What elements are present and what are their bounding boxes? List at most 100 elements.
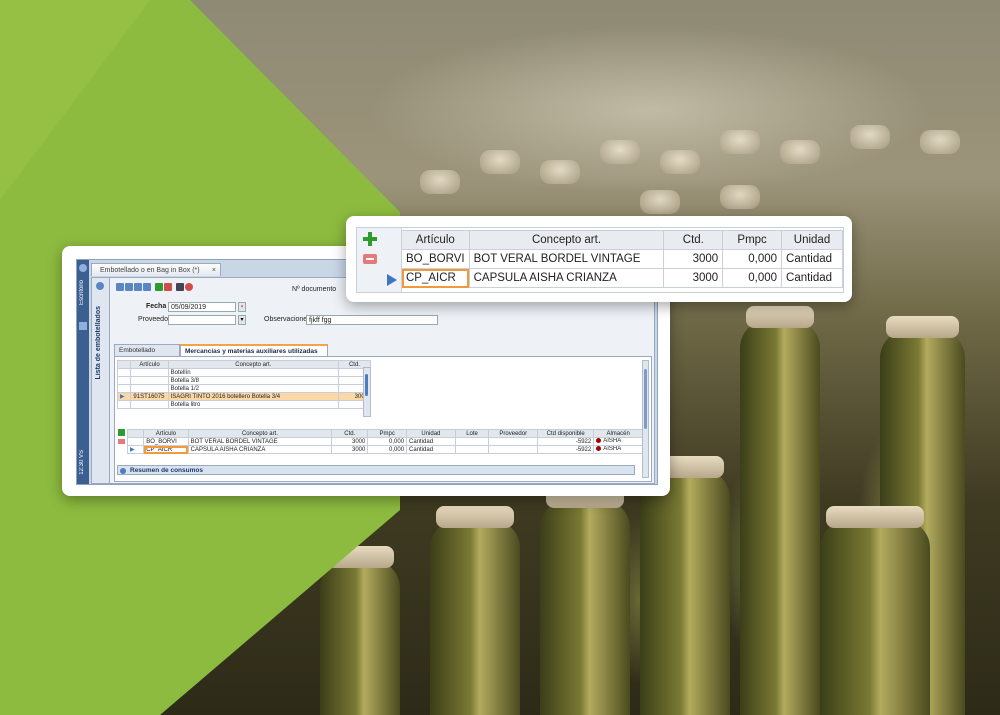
cancel-icon[interactable] bbox=[185, 283, 193, 291]
col-ctd[interactable]: Ctd. bbox=[331, 429, 369, 438]
expand-icon[interactable] bbox=[120, 468, 126, 474]
col-almacen[interactable]: Almacén bbox=[593, 429, 643, 438]
cap-shape bbox=[850, 125, 890, 149]
cap-shape bbox=[480, 150, 520, 174]
row-pointer-icon bbox=[387, 274, 397, 286]
zoom-callout-card: Artículo Concepto art. Ctd. Pmpc Unidad … bbox=[346, 216, 852, 302]
save-icon[interactable] bbox=[176, 283, 184, 291]
col-pmpc[interactable]: Pmpc bbox=[367, 429, 408, 438]
table-row[interactable]: Botella litro0 bbox=[116, 400, 372, 409]
obs-label: Observaciones bbox=[264, 316, 311, 323]
add-row-icon[interactable] bbox=[118, 429, 125, 436]
add-icon[interactable] bbox=[155, 283, 163, 291]
cap-shape bbox=[720, 185, 760, 209]
prev-record-icon[interactable] bbox=[125, 283, 133, 291]
close-icon[interactable]: × bbox=[212, 264, 216, 277]
col-pmpc[interactable]: Pmpc bbox=[722, 230, 783, 250]
document-tab-title: Embotellado o en Bag in Box (*) bbox=[100, 267, 200, 274]
cap-shape bbox=[920, 130, 960, 154]
zoomed-materials-table: Artículo Concepto art. Ctd. Pmpc Unidad … bbox=[401, 230, 843, 288]
col-proveedor[interactable]: Proveedor bbox=[488, 429, 539, 438]
table-row[interactable]: BO_BORVI BOT VERAL BORDEL VINTAGE 3000 0… bbox=[401, 249, 843, 269]
table-row[interactable]: Botella 1/20 bbox=[116, 384, 372, 393]
proveedor-field[interactable] bbox=[168, 315, 236, 325]
row-indicator-header bbox=[116, 360, 132, 369]
resumen-label: Resumen de consumos bbox=[130, 467, 203, 474]
scrollbar-thumb[interactable] bbox=[644, 369, 647, 429]
document-panel: Lista de embotellados Nº documento Fecha… bbox=[91, 277, 655, 484]
remove-row-icon[interactable] bbox=[363, 254, 377, 264]
cap-shape bbox=[780, 140, 820, 164]
calendar-icon[interactable]: ▪ bbox=[238, 302, 246, 312]
col-articulo[interactable]: Artículo bbox=[143, 429, 189, 438]
cap-shape bbox=[540, 160, 580, 184]
bottling-table: Artículo Concepto art. Ctd. Botellín0 Bo… bbox=[116, 360, 372, 409]
table-row[interactable]: Botellín0 bbox=[116, 368, 372, 377]
tab-embotellado-realizado[interactable]: Embotellado realizado bbox=[114, 344, 180, 366]
left-side-strip: Escritorio 12:30 VS bbox=[77, 260, 89, 484]
desktop-label: Escritorio bbox=[79, 280, 85, 306]
remove-row-icon[interactable] bbox=[118, 439, 125, 444]
col-ctd-disponible[interactable]: Ctd disponible bbox=[537, 429, 595, 438]
cap-shape bbox=[600, 140, 640, 164]
first-record-icon[interactable] bbox=[116, 283, 124, 291]
clock-label: 12:30 VS bbox=[79, 450, 85, 475]
tab-content: Artículo Concepto art. Ctd. Botellín0 Bo… bbox=[114, 356, 652, 482]
desktop-icon[interactable] bbox=[79, 264, 87, 272]
top-table-scrollbar[interactable] bbox=[363, 367, 371, 417]
refresh-icon[interactable] bbox=[96, 282, 104, 290]
col-ctd[interactable]: Ctd. bbox=[663, 230, 724, 250]
table-row[interactable]: Botella 3/80 bbox=[116, 376, 372, 385]
last-record-icon[interactable] bbox=[143, 283, 151, 291]
table-row[interactable]: BO_BORVI BOT VERAL BORDEL VINTAGE 3000 0… bbox=[126, 437, 643, 446]
proveedor-label: Proveedor bbox=[138, 316, 171, 323]
col-lote[interactable]: Lote bbox=[454, 429, 490, 438]
fecha-label: Fecha bbox=[146, 303, 167, 310]
proveedor-dropdown-icon[interactable]: ▾ bbox=[238, 315, 246, 325]
table-row[interactable]: ▶ CP_AICR CAPSULA AISHA CRIANZA 3000 0,0… bbox=[126, 445, 643, 454]
bottle-shape bbox=[820, 506, 930, 715]
list-sidebar[interactable]: Lista de embotellados bbox=[92, 278, 110, 483]
table-header-row: Artículo Concepto art. Ctd. bbox=[116, 360, 372, 369]
resumen-consumos-bar[interactable]: Resumen de consumos bbox=[117, 465, 635, 475]
ndoc-label: Nº documento bbox=[292, 286, 337, 293]
tab-mercancias[interactable]: Mercancías y materias auxiliares utiliza… bbox=[180, 344, 328, 356]
col-unidad[interactable]: Unidad bbox=[406, 429, 456, 438]
col-articulo[interactable]: Artículo bbox=[130, 360, 169, 369]
materials-table: Artículo Concepto art. Ctd. Pmpc Unidad … bbox=[126, 429, 643, 454]
tools-icon[interactable] bbox=[79, 322, 87, 330]
table-row-selected[interactable]: CP_AICR CAPSULA AISHA CRIANZA 3000 0,000… bbox=[401, 268, 843, 288]
content-scrollbar[interactable] bbox=[642, 360, 649, 478]
fecha-field[interactable]: 05/09/2019 bbox=[168, 302, 236, 312]
zoomed-row-tools bbox=[357, 228, 402, 292]
add-row-icon[interactable] bbox=[363, 232, 377, 246]
delete-icon[interactable] bbox=[164, 283, 172, 291]
bottle-shape bbox=[320, 546, 400, 715]
table-row-selected[interactable]: ▶ 91ST16075 ISAGRI TINTO 2016 botellero Bo… bbox=[116, 392, 372, 401]
table-header-row: Artículo Concepto art. Ctd. Pmpc Unidad bbox=[401, 230, 843, 250]
col-concepto[interactable]: Concepto art. bbox=[167, 360, 339, 369]
bottle-shape bbox=[430, 506, 520, 715]
cap-shape bbox=[720, 130, 760, 154]
bottle-shape bbox=[740, 306, 820, 715]
table-header-row: Artículo Concepto art. Ctd. Pmpc Unidad … bbox=[126, 429, 643, 438]
document-tab[interactable]: Embotellado o en Bag in Box (*) × bbox=[91, 263, 221, 276]
bottle-shape bbox=[640, 456, 730, 715]
bottom-table-tools bbox=[117, 429, 127, 461]
col-concepto[interactable]: Concepto art. bbox=[187, 429, 333, 438]
scrollbar-thumb[interactable] bbox=[365, 374, 368, 396]
zoomed-table: Artículo Concepto art. Ctd. Pmpc Unidad … bbox=[356, 227, 844, 293]
obs-field[interactable]: fjkff fgg bbox=[306, 315, 438, 325]
stock-alert-icon bbox=[596, 438, 602, 444]
col-concepto[interactable]: Concepto art. bbox=[468, 230, 665, 250]
cap-shape bbox=[660, 150, 700, 174]
bottle-shape bbox=[540, 486, 630, 715]
col-articulo[interactable]: Artículo bbox=[401, 230, 470, 250]
cap-shape bbox=[420, 170, 460, 194]
stock-alert-icon bbox=[596, 446, 602, 452]
row-pointer-icon: ▶ bbox=[126, 445, 145, 454]
col-unidad[interactable]: Unidad bbox=[781, 230, 843, 250]
cap-shape bbox=[640, 190, 680, 214]
next-record-icon[interactable] bbox=[134, 283, 142, 291]
row-pointer-icon: ▶ bbox=[116, 392, 132, 401]
